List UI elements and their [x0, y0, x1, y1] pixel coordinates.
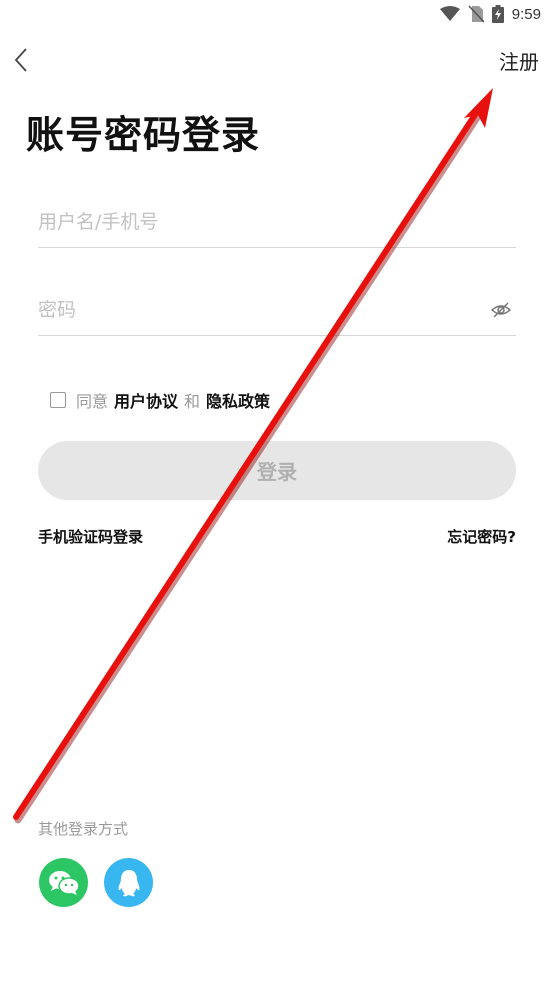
- login-button-label: 登录: [257, 460, 297, 484]
- password-field-container: [38, 285, 516, 336]
- wechat-login-button[interactable]: [39, 858, 88, 907]
- status-time: 9:59: [511, 5, 541, 23]
- user-agreement-link[interactable]: 用户协议: [114, 388, 178, 412]
- wifi-icon: [439, 6, 460, 21]
- toggle-password-visibility[interactable]: [490, 299, 512, 321]
- eye-off-icon: [490, 302, 512, 318]
- back-button[interactable]: [8, 44, 36, 76]
- password-input[interactable]: [38, 290, 458, 330]
- qq-login-button[interactable]: [104, 858, 153, 907]
- forgot-password-link[interactable]: 忘记密码?: [447, 526, 516, 547]
- agreement-checkbox[interactable]: [50, 392, 66, 408]
- agreement-row: 同意 用户协议 和 隐私政策: [50, 388, 276, 412]
- sms-login-link[interactable]: 手机验证码登录: [38, 526, 143, 547]
- status-bar: 9:59: [0, 0, 553, 30]
- username-input[interactable]: [38, 202, 458, 242]
- other-login-label: 其他登录方式: [38, 820, 129, 838]
- status-icons: 9:59: [439, 5, 541, 23]
- no-sim-icon: [468, 5, 484, 23]
- agreement-and: 和: [184, 392, 201, 411]
- username-field-container: [38, 197, 516, 248]
- page-title: 账号密码登录: [26, 113, 261, 157]
- chevron-left-icon: [14, 48, 27, 72]
- privacy-policy-link[interactable]: 隐私政策: [206, 388, 270, 412]
- register-link[interactable]: 注册: [499, 46, 539, 75]
- battery-charging-icon: [491, 5, 504, 23]
- agreement-prefix: 同意: [76, 392, 109, 411]
- login-button[interactable]: 登录: [38, 441, 516, 500]
- qq-icon: [118, 869, 139, 896]
- wechat-icon: [48, 870, 80, 895]
